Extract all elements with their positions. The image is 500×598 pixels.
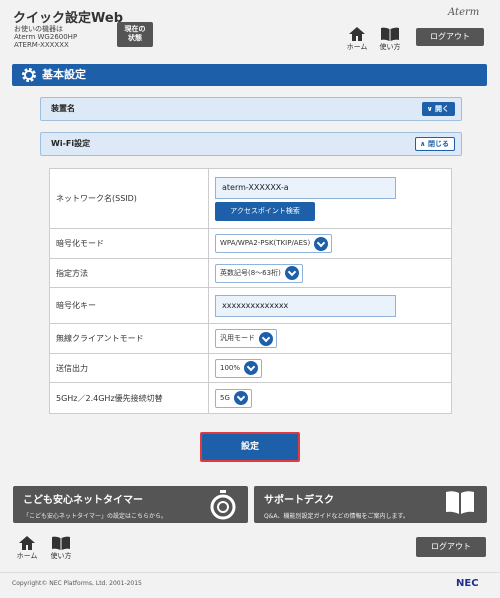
timer-banner[interactable]: こども安心ネットタイマー 「こども安心ネットタイマー」の設定はこちらから。 [13,486,248,523]
power-value: 100% [220,363,241,372]
key-label: 暗号化キー [49,287,209,324]
howto-nav[interactable]: 使い方 [377,27,403,52]
footer-howto-nav[interactable]: 使い方 [48,536,74,561]
chevron-down-icon [233,391,248,405]
wifi-panel: Wi-Fi設定 ∧ 閉じる [40,132,462,156]
section-title: 基本設定 [42,68,86,81]
book-icon [381,27,399,41]
power-select[interactable]: 100% [215,358,263,378]
encryption-key-input[interactable]: xxxxxxxxxxxxxx [215,294,396,317]
wifi-settings-label: Wi-Fi設定 [51,139,91,148]
header: クイック設定Web お使いの機器は Aterm WG2600HP ATERM-X… [0,0,500,56]
method-cell: 英数記号(8〜63桁) [208,258,452,288]
band-label: 5GHz／2.4GHz優先接続切替 [49,382,209,414]
copyright: Copyright© NEC Platforms, Ltd. 2001-2015 [12,580,142,587]
current-status-button[interactable]: 現在の 状態 [117,22,153,47]
power-label: 送信出力 [49,353,209,383]
logout-button[interactable]: ログアウト [416,28,484,46]
client-mode-cell: 汎用モード [208,323,452,354]
device-name-panel: 装置名 ∨ 開く [40,97,462,121]
device-model: Aterm WG2600HP [14,33,78,41]
encryption-label: 暗号化モード [49,228,209,259]
power-cell: 100% [208,353,452,383]
table-row: 無線クライアントモード 汎用モード [49,323,452,354]
method-value: 英数記号(8〜63桁) [220,268,281,277]
device-name-label: 装置名 [51,104,75,113]
method-select[interactable]: 英数記号(8〜63桁) [215,263,303,283]
table-row: 暗号化モード WPA/WPA2-PSK(TKIP/AES) [49,228,452,259]
app-title: クイック設定Web [13,11,123,26]
method-label: 指定方法 [49,258,209,288]
ssid-label: ネットワーク名(SSID) [49,168,209,229]
nec-logo: NEC [456,578,479,589]
chevron-down-icon [314,236,329,251]
submit-button[interactable]: 設定 [200,432,300,462]
home-label: ホーム [346,43,368,51]
encryption-value: WPA/WPA2-PSK(TKIP/AES) [220,239,311,247]
ssid-input[interactable]: aterm-XXXXXX-a [215,176,396,199]
table-row: 指定方法 英数記号(8〜63桁) [49,258,452,288]
table-row: 暗号化キー xxxxxxxxxxxxxx [49,287,452,324]
band-cell: 5G [208,382,452,414]
footer-divider [0,572,500,573]
footer-howto-label: 使い方 [50,552,72,560]
chevron-down-icon [244,361,259,375]
ap-search-button[interactable]: アクセスポイント検索 [215,201,315,221]
ssid-cell: aterm-XXXXXX-a アクセスポイント検索 [208,168,452,229]
chevron-down-icon [259,331,273,346]
aterm-logo: Aterm [448,7,480,18]
chevron-down-icon: ∨ [426,105,433,113]
close-button[interactable]: ∧ 閉じる [414,137,455,151]
book-icon [446,491,474,514]
device-id: ATERM-XXXXXX [14,41,69,49]
table-row: 送信出力 100% [49,353,452,383]
gear-icon [22,68,36,82]
key-cell: xxxxxxxxxxxxxx [208,287,452,324]
open-button[interactable]: ∨ 開く [421,102,455,116]
table-row: 5GHz／2.4GHz優先接続切替 5G [49,382,452,414]
stopwatch-icon [210,490,236,520]
encryption-cell: WPA/WPA2-PSK(TKIP/AES) [208,228,452,259]
open-button-label: 開く [435,105,449,113]
close-button-label: 閉じる [428,140,449,148]
band-select[interactable]: 5G [215,388,252,408]
support-banner[interactable]: サポートデスク Q&A、機能別設定ガイドなどの情報をご案内します。 [254,486,487,523]
device-info-line: お使いの機器は [14,25,63,33]
book-icon [52,536,70,550]
home-nav[interactable]: ホーム [345,27,369,52]
chevron-down-icon [284,266,299,280]
device-info: お使いの機器は Aterm WG2600HP ATERM-XXXXXX [14,25,77,49]
wifi-settings-table: ネットワーク名(SSID) aterm-XXXXXX-a アクセスポイント検索 … [49,168,452,414]
client-mode-select[interactable]: 汎用モード [215,329,277,348]
home-icon [19,536,35,550]
encryption-select[interactable]: WPA/WPA2-PSK(TKIP/AES) [215,234,333,253]
section-header: 基本設定 [12,64,487,86]
footer-logout-button[interactable]: ログアウト [416,537,486,557]
footer-home-label: ホーム [16,552,38,560]
chevron-up-icon: ∧ [419,140,426,148]
band-value: 5G [220,393,230,402]
howto-label: 使い方 [379,43,401,51]
footer-home-nav[interactable]: ホーム [15,536,39,561]
client-mode-label: 無線クライアントモード [49,323,209,354]
table-row: ネットワーク名(SSID) aterm-XXXXXX-a アクセスポイント検索 [49,168,452,229]
home-icon [349,27,365,41]
client-mode-value: 汎用モード [220,334,255,342]
